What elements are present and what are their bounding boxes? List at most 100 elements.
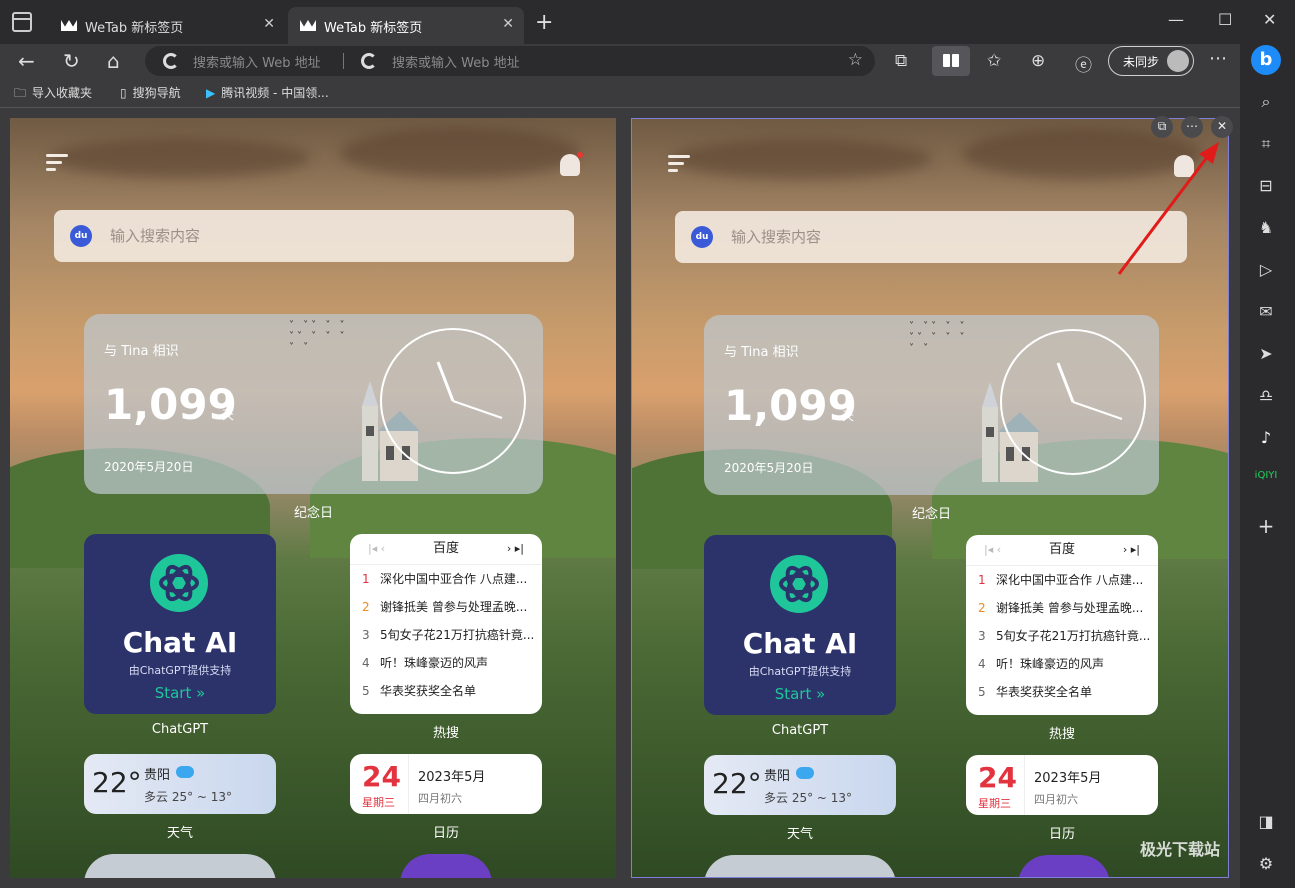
tiktok-icon[interactable]: ♪ <box>1253 428 1279 447</box>
extensions-icon[interactable]: ⧉ <box>895 51 907 71</box>
bing-icon[interactable]: b <box>1251 45 1281 75</box>
chat-title: Chat AI <box>742 627 858 660</box>
prev-source-icon[interactable]: |◂ ‹ <box>984 535 1001 565</box>
hot-search-item[interactable]: 4 听！珠峰豪迈的风声 <box>966 650 1158 678</box>
close-tab-icon[interactable]: ✕ <box>263 16 275 32</box>
settings-more-button[interactable]: ⋯ <box>1209 48 1227 69</box>
search-icon[interactable]: ⌕ <box>1253 92 1279 112</box>
chatgpt-widget[interactable]: Chat AI 由ChatGPT提供支持 Start » <box>704 535 896 715</box>
pane-more-icon[interactable]: ⋯ <box>1181 116 1203 138</box>
partly-cloudy-icon <box>176 766 194 778</box>
chat-subtitle: 由ChatGPT提供支持 <box>748 665 852 678</box>
hide-sidebar-icon[interactable]: ◨ <box>1253 812 1279 831</box>
chatgpt-label: ChatGPT <box>151 722 209 737</box>
weather-city: 贵阳 <box>144 768 171 783</box>
home-button[interactable]: ⌂ <box>107 49 120 73</box>
hot-search-item[interactable]: 5 华表奖获奖全名单 <box>966 678 1158 706</box>
notification-icon[interactable]: ♎ <box>1253 386 1279 405</box>
chat-start-link[interactable]: Start » <box>704 685 896 703</box>
weather-widget[interactable]: 22° 贵阳 多云 25° ~ 13° <box>84 754 276 814</box>
hot-search-item[interactable]: 2 谢锋抵美 曾参与处理孟晚... <box>966 594 1158 622</box>
anniversary-widget[interactable]: ˅ ˅˅ ˅ ˅ ˅˅ ˅ ˅ ˅ ˅ ˅ 与 Tina 相识 1,099 天 2… <box>84 314 543 494</box>
hot-search-widget[interactable]: |◂ ‹ 百度 › ▸| 1 深化中国中亚合作 八点建... 2 谢锋抵美 曾参与处… <box>966 535 1158 715</box>
hot-search-item[interactable]: 3 5旬女子花21万打抗癌针竟... <box>350 621 542 649</box>
baidu-icon[interactable]: du <box>691 226 713 248</box>
calendar-divider <box>1024 755 1025 815</box>
anniversary-widget[interactable]: ˅ ˅˅ ˅ ˅ ˅˅ ˅ ˅ ˅ ˅ ˅ 与 Tina 相识 1,099 天 2… <box>704 315 1159 495</box>
close-split-pane-icon[interactable]: ✕ <box>1211 116 1233 138</box>
birds-decoration: ˅ ˅˅ ˅ ˅ ˅˅ ˅ ˅ ˅ ˅ ˅ <box>289 320 348 353</box>
tab-title: WeTab 新标签页 <box>85 21 184 36</box>
new-tab-button[interactable]: + <box>535 10 553 35</box>
hot-search-item[interactable]: 2 谢锋抵美 曾参与处理孟晚... <box>350 593 542 621</box>
baidu-icon[interactable]: du <box>70 225 92 247</box>
page-icon: ▯ <box>120 86 127 100</box>
address-bar[interactable]: 搜索或输入 Web 地址 搜索或输入 Web 地址 ☆ <box>145 46 875 76</box>
bookmark-tencent-video[interactable]: ▶ 腾讯视频 - 中国领... <box>206 84 329 101</box>
anniversary-person: 与 Tina 相识 <box>104 344 179 359</box>
next-source-icon[interactable]: › ▸| <box>507 534 524 564</box>
bookmark-sogou[interactable]: ▯ 搜狗导航 <box>120 84 181 101</box>
search-box[interactable]: du 输入搜索内容 <box>54 210 574 262</box>
hot-search-item[interactable]: 4 听！珠峰豪迈的风声 <box>350 649 542 677</box>
outlook-icon[interactable]: ✉ <box>1253 302 1279 321</box>
bookmark-import[interactable]: 🗀 导入收藏夹 <box>14 84 92 105</box>
address-placeholder-left: 搜索或输入 Web 地址 <box>193 56 321 71</box>
minimize-button[interactable]: — <box>1168 10 1184 29</box>
favorites-icon[interactable]: ✩ <box>987 51 1001 71</box>
add-favorite-icon[interactable]: ☆ <box>848 50 863 70</box>
profile-button[interactable]: 未同步 <box>1108 46 1194 76</box>
hot-search-item[interactable]: 1 深化中国中亚合作 八点建... <box>350 565 542 593</box>
calendar-weekday: 星期三 <box>362 796 395 809</box>
prev-source-icon[interactable]: |◂ ‹ <box>368 534 385 564</box>
split-screen-button[interactable] <box>932 46 970 76</box>
title-bar: WeTab 新标签页 ✕ WeTab 新标签页 ✕ + — ☐ ✕ <box>0 0 1295 44</box>
openai-icon <box>770 555 828 613</box>
calendar-year-month: 2023年5月 <box>1034 771 1102 786</box>
calendar-day: 24 <box>978 761 1017 794</box>
weather-temperature: 22° <box>712 767 762 800</box>
hot-search-item[interactable]: 5 华表奖获奖全名单 <box>350 677 542 705</box>
weather-widget[interactable]: 22° 贵阳 多云 25° ~ 13° <box>704 755 896 815</box>
app-widget-partial[interactable] <box>84 854 276 878</box>
menu-icon[interactable] <box>668 155 690 173</box>
anniversary-date: 2020年5月20日 <box>104 460 194 474</box>
hot-search-item[interactable]: 3 5旬女子花21万打抗癌针竟... <box>966 622 1158 650</box>
drop-icon[interactable]: ➤ <box>1253 344 1279 363</box>
menu-icon[interactable] <box>46 154 68 172</box>
hot-search-item[interactable]: 1 深化中国中亚合作 八点建... <box>966 566 1158 594</box>
iqiyi-icon[interactable]: iQIYI <box>1253 470 1279 481</box>
tools-icon[interactable]: ⊟ <box>1253 176 1279 195</box>
tab-2[interactable]: WeTab 新标签页 ✕ <box>288 7 524 44</box>
sidebar-settings-icon[interactable]: ⚙ <box>1253 854 1279 873</box>
shopping-tag-icon[interactable]: ⌗ <box>1253 134 1279 154</box>
games-icon[interactable]: ♞ <box>1253 218 1279 237</box>
collections-icon[interactable]: ⊕ <box>1031 51 1045 71</box>
add-sidebar-app-icon[interactable]: + <box>1253 514 1279 538</box>
split-pane-controls: ⧉ ⋯ ✕ <box>1151 116 1237 140</box>
notification-bell-icon[interactable] <box>560 152 583 176</box>
browser-essentials-icon[interactable]: ⓔ <box>1075 51 1092 76</box>
next-source-icon[interactable]: › ▸| <box>1123 535 1140 565</box>
microsoft-365-icon[interactable]: ▷ <box>1253 260 1279 279</box>
tab-actions-icon[interactable] <box>12 12 32 32</box>
close-tab-icon[interactable]: ✕ <box>502 16 514 32</box>
calendar-widget[interactable]: 24 星期三 2023年5月 四月初六 <box>350 754 542 814</box>
calendar-widget[interactable]: 24 星期三 2023年5月 四月初六 <box>966 755 1158 815</box>
anniversary-days: 1,099 <box>724 381 857 430</box>
hot-search-widget[interactable]: |◂ ‹ 百度 › ▸| 1 深化中国中亚合作 八点建... 2 谢锋抵美 曾参与处… <box>350 534 542 714</box>
app-widget-partial[interactable] <box>704 855 896 877</box>
refresh-button[interactable]: ↻ <box>63 49 80 73</box>
birds-decoration: ˅ ˅˅ ˅ ˅ ˅˅ ˅ ˅ ˅ ˅ ˅ <box>909 321 968 354</box>
tab-title: WeTab 新标签页 <box>324 21 423 36</box>
open-in-tab-icon[interactable]: ⧉ <box>1151 116 1173 138</box>
edge-icon <box>361 53 377 69</box>
search-box[interactable]: du 输入搜索内容 <box>675 211 1187 263</box>
tab-1[interactable]: WeTab 新标签页 ✕ <box>49 7 285 44</box>
chat-start-link[interactable]: Start » <box>84 684 276 702</box>
maximize-button[interactable]: ☐ <box>1218 10 1232 29</box>
close-window-button[interactable]: ✕ <box>1263 10 1276 29</box>
chatgpt-widget[interactable]: Chat AI 由ChatGPT提供支持 Start » <box>84 534 276 714</box>
back-button[interactable]: ← <box>18 49 35 73</box>
search-placeholder: 输入搜索内容 <box>110 227 201 245</box>
